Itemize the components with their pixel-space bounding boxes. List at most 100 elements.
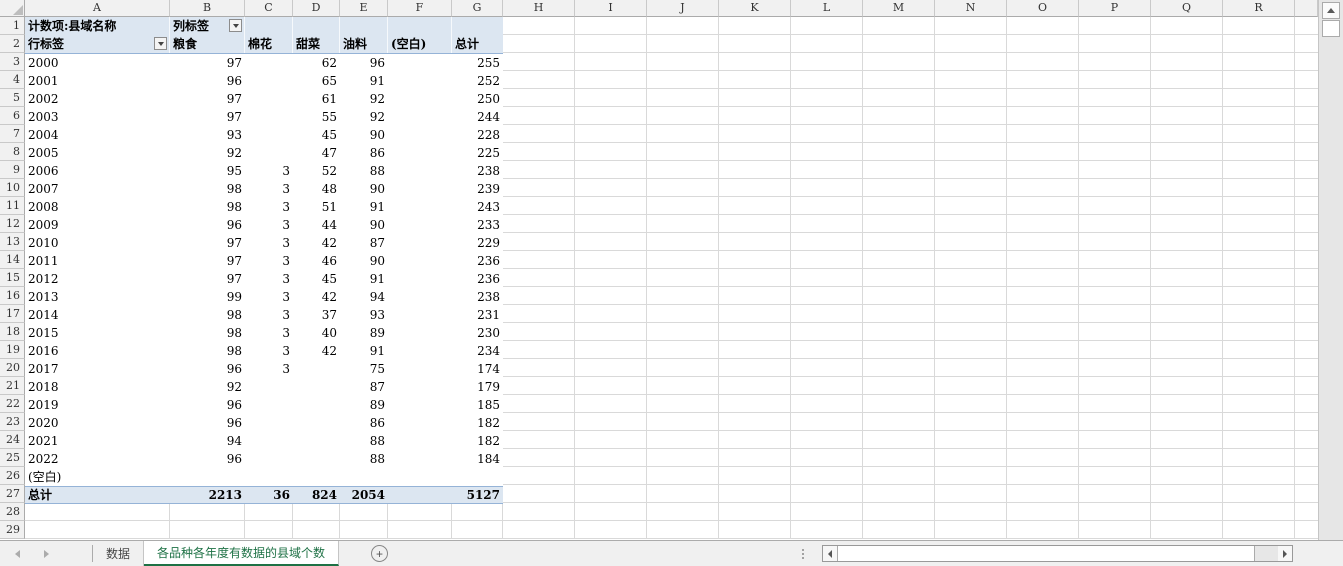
pivot-row-label[interactable]: 2009 — [25, 216, 170, 234]
pivot-value-cell[interactable] — [245, 432, 293, 450]
pivot-row-label[interactable]: 2002 — [25, 90, 170, 108]
pivot-row-label[interactable]: 2022 — [25, 450, 170, 468]
pivot-value-cell[interactable]: 89 — [340, 324, 388, 342]
pivot-value-cell[interactable]: 231 — [452, 306, 503, 324]
pivot-value-cell[interactable]: 90 — [340, 180, 388, 198]
pivot-value-cell[interactable] — [388, 450, 452, 468]
pivot-value-cell[interactable] — [293, 432, 340, 450]
row-header-18[interactable]: 18 — [0, 323, 25, 341]
pivot-value-cell[interactable] — [245, 450, 293, 468]
row-header-3[interactable]: 3 — [0, 53, 25, 71]
pivot-row-label[interactable]: 2000 — [25, 54, 170, 72]
pivot-value-cell[interactable] — [388, 234, 452, 252]
pivot-value-cell[interactable]: 3 — [245, 216, 293, 234]
row-header-17[interactable]: 17 — [0, 305, 25, 323]
pivot-row-label[interactable]: 2008 — [25, 198, 170, 216]
pivot-value-cell[interactable]: 179 — [452, 378, 503, 396]
pivot-value-cell[interactable]: 234 — [452, 342, 503, 360]
pivot-value-cell[interactable]: 98 — [170, 342, 245, 360]
pivot-value-cell[interactable]: 94 — [340, 288, 388, 306]
pivot-column-header[interactable]: 甜菜 — [293, 35, 340, 53]
pivot-value-cell[interactable]: 87 — [340, 378, 388, 396]
pivot-row-label[interactable]: 2001 — [25, 72, 170, 90]
pivot-value-cell[interactable]: 88 — [340, 162, 388, 180]
column-header-P[interactable]: P — [1079, 0, 1151, 17]
pivot-value-cell[interactable]: 96 — [170, 450, 245, 468]
pivot-value-cell[interactable] — [388, 270, 452, 288]
pivot-value-cell[interactable]: 236 — [452, 270, 503, 288]
pivot-value-cell[interactable]: 95 — [170, 162, 245, 180]
pivot-value-cell[interactable] — [170, 468, 245, 486]
pivot-value-cell[interactable]: 94 — [170, 432, 245, 450]
row-header-28[interactable]: 28 — [0, 503, 25, 521]
pivot-value-cell[interactable] — [388, 360, 452, 378]
pivot-value-cell[interactable] — [388, 306, 452, 324]
vertical-scroll-thumb[interactable] — [1322, 20, 1340, 37]
column-header-F[interactable]: F — [388, 0, 452, 17]
pivot-header-blank-cell[interactable] — [245, 17, 293, 35]
pivot-value-cell[interactable]: 65 — [293, 72, 340, 90]
pivot-value-cell[interactable]: 42 — [293, 234, 340, 252]
pivot-value-cell[interactable] — [293, 378, 340, 396]
pivot-measure-cell[interactable]: 计数项:县域名称 — [25, 17, 170, 35]
pivot-value-cell[interactable]: 3 — [245, 252, 293, 270]
pivot-column-header[interactable]: 油料 — [340, 35, 388, 53]
pivot-value-cell[interactable]: 91 — [340, 342, 388, 360]
column-header-K[interactable]: K — [719, 0, 791, 17]
pivot-value-cell[interactable]: 61 — [293, 90, 340, 108]
column-header-N[interactable]: N — [935, 0, 1007, 17]
pivot-value-cell[interactable]: 174 — [452, 360, 503, 378]
pivot-value-cell[interactable] — [388, 324, 452, 342]
pivot-row-label[interactable]: 2010 — [25, 234, 170, 252]
pivot-value-cell[interactable] — [388, 126, 452, 144]
column-header-D[interactable]: D — [293, 0, 340, 17]
pivot-row-label[interactable]: 2013 — [25, 288, 170, 306]
row-header-15[interactable]: 15 — [0, 269, 25, 287]
pivot-value-cell[interactable]: 243 — [452, 198, 503, 216]
pivot-value-cell[interactable] — [388, 108, 452, 126]
pivot-value-cell[interactable]: 92 — [170, 144, 245, 162]
column-header-B[interactable]: B — [170, 0, 245, 17]
pivot-grand-total-label[interactable]: 总计 — [25, 487, 170, 503]
pivot-value-cell[interactable]: 40 — [293, 324, 340, 342]
grid-cells-area[interactable]: 计数项:县域名称 列标签 行标签 粮食 棉花 甜菜 油料 (空白) 总计 2000 97 62 96 25… — [25, 17, 1318, 539]
pivot-value-cell[interactable]: 47 — [293, 144, 340, 162]
pivot-value-cell[interactable]: 86 — [340, 414, 388, 432]
row-header-23[interactable]: 23 — [0, 413, 25, 431]
pivot-value-cell[interactable]: 229 — [452, 234, 503, 252]
pivot-value-cell[interactable]: 89 — [340, 396, 388, 414]
pivot-value-cell[interactable]: 3 — [245, 198, 293, 216]
pivot-value-cell[interactable]: 3 — [245, 162, 293, 180]
pivot-value-cell[interactable]: 88 — [340, 432, 388, 450]
tab-splitter-handle[interactable] — [801, 547, 805, 561]
pivot-value-cell[interactable] — [388, 432, 452, 450]
pivot-value-cell[interactable] — [388, 54, 452, 72]
horizontal-scroll-thumb[interactable] — [837, 546, 1255, 561]
row-header-20[interactable]: 20 — [0, 359, 25, 377]
pivot-value-cell[interactable] — [245, 108, 293, 126]
pivot-value-cell[interactable]: 238 — [452, 162, 503, 180]
column-labels-filter-button[interactable] — [229, 19, 242, 32]
pivot-value-cell[interactable] — [293, 450, 340, 468]
pivot-value-cell[interactable]: 225 — [452, 144, 503, 162]
pivot-value-cell[interactable] — [388, 216, 452, 234]
pivot-value-cell[interactable] — [388, 72, 452, 90]
row-header-9[interactable]: 9 — [0, 161, 25, 179]
pivot-value-cell[interactable]: 45 — [293, 270, 340, 288]
horizontal-scroll-track[interactable] — [1255, 546, 1278, 561]
pivot-value-cell[interactable] — [245, 468, 293, 486]
pivot-value-cell[interactable]: 91 — [340, 270, 388, 288]
pivot-value-cell[interactable]: 96 — [170, 414, 245, 432]
horizontal-scrollbar[interactable] — [822, 545, 1293, 562]
row-header-14[interactable]: 14 — [0, 251, 25, 269]
pivot-grand-total-value[interactable]: 824 — [293, 487, 340, 503]
column-header-R[interactable]: R — [1223, 0, 1295, 17]
pivot-header-blank-cell[interactable] — [293, 17, 340, 35]
pivot-grand-total-value[interactable]: 5127 — [452, 487, 503, 503]
pivot-value-cell[interactable] — [245, 126, 293, 144]
pivot-value-cell[interactable]: 42 — [293, 288, 340, 306]
pivot-value-cell[interactable]: 52 — [293, 162, 340, 180]
pivot-value-cell[interactable]: 98 — [170, 306, 245, 324]
pivot-value-cell[interactable]: 185 — [452, 396, 503, 414]
row-header-12[interactable]: 12 — [0, 215, 25, 233]
